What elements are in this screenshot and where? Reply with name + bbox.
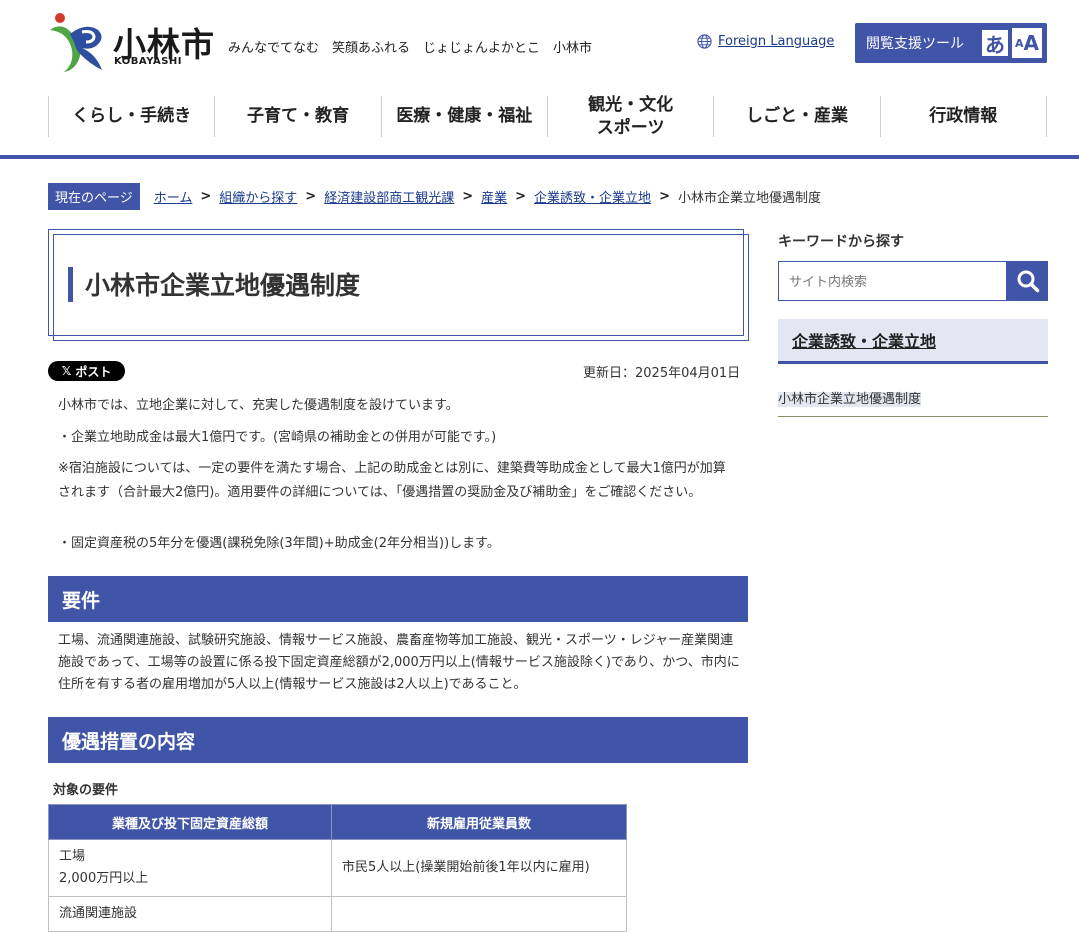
search-icon — [1017, 270, 1039, 293]
breadcrumb-industry[interactable]: 産業 — [481, 187, 507, 206]
breadcrumb-home[interactable]: ホーム — [154, 187, 193, 206]
foreign-language-label[interactable]: Foreign Language — [718, 34, 834, 49]
title-accent-bar — [68, 267, 73, 302]
updated-date: 更新日：2025年04月01日 — [583, 366, 741, 381]
cell-industry-name: 流通関連施設 — [59, 906, 138, 921]
sidebar-item-current[interactable]: 小林市企業立地優遇制度 — [778, 384, 1048, 417]
site-search-input[interactable] — [778, 261, 1007, 301]
nav-item-business[interactable]: しごと・産業 — [713, 96, 879, 137]
x-logo-icon: 𝕏 — [61, 364, 72, 378]
nav-item-childcare[interactable]: 子育て・教育 — [214, 96, 380, 137]
table-cell-employees — [331, 896, 627, 932]
intro-tax-note: ・固定資産税の5年分を優遇(課税免除(3年間)+助成金(2年分相当))します。 — [58, 536, 500, 551]
table-header-industry: 業種及び投下固定資産総額 — [48, 804, 332, 840]
intro-subsidy-note: ・企業立地助成金は最大1億円です。(宮崎県の補助金との併用が可能です。) — [58, 430, 497, 445]
breadcrumb-department[interactable]: 経済建設部商工観光課 — [324, 187, 454, 206]
breadcrumb-current: 小林市企業立地優遇制度 — [677, 191, 821, 206]
table-cell-industry: 工場 2,000万円以上 — [48, 839, 332, 897]
breadcrumb-separator: > — [659, 189, 670, 204]
requirements-text: 工場、流通関連施設、試験研究施設、情報サービス施設、農畜産物等加工施設、観光・ス… — [58, 633, 740, 692]
breadcrumb-separator: > — [200, 189, 212, 204]
breadcrumb-separator: > — [305, 189, 317, 204]
logo-roman-name: KOBAYASHI — [114, 56, 183, 67]
x-post-label: ポスト — [75, 364, 112, 379]
section-heading-measures: 優遇措置の内容 — [48, 717, 748, 763]
x-post-button[interactable]: 𝕏 ポスト — [48, 361, 125, 381]
foreign-language-link[interactable]: Foreign Language — [697, 34, 834, 49]
support-tools-button[interactable]: 閲覧支援ツール あ AA — [855, 23, 1047, 63]
slogan: みんなでてなむ 笑顔あふれる じょじょんよかとこ 小林市 — [228, 41, 593, 56]
breadcrumb: 現在のページ ホーム > 組織から探す > 経済建設部商工観光課 > 産業 > … — [48, 183, 821, 210]
font-size-letter: A — [1023, 31, 1039, 55]
page-title-box: 小林市企業立地優遇制度 — [48, 229, 749, 341]
sidebar-category-heading: 企業誘致・企業立地 — [778, 319, 1048, 364]
breadcrumb-invitation[interactable]: 企業誘致・企業立地 — [534, 187, 651, 206]
table-header-employees: 新規雇用従業員数 — [331, 804, 627, 840]
sidebar-category-link[interactable]: 企業誘致・企業立地 — [792, 328, 936, 352]
table-cell-industry: 流通関連施設 — [48, 896, 332, 932]
breadcrumb-organization[interactable]: 組織から探す — [219, 187, 297, 206]
sidebar-item-label: 小林市企業立地優遇制度 — [778, 392, 922, 407]
section-heading-requirements: 要件 — [48, 576, 748, 622]
cell-investment: 2,000万円以上 — [59, 871, 149, 886]
search-button[interactable] — [1007, 261, 1048, 301]
intro-paragraph: 小林市では、立地企業に対して、充実した優遇制度を設けています。 — [58, 398, 459, 413]
table-row: 工場 2,000万円以上 市民5人以上(操業開始前後1年以内に雇用) — [48, 839, 627, 897]
support-tools-label: 閲覧支援ツール — [866, 36, 964, 52]
site-header: 小林市 KOBAYASHI みんなでてなむ 笑顔あふれる じょじょんよかとこ 小… — [0, 0, 1079, 160]
keyword-search-title: キーワードから探す — [778, 234, 904, 250]
table-row: 流通関連施設 — [48, 896, 627, 932]
globe-icon — [697, 34, 712, 49]
breadcrumb-separator: > — [515, 189, 527, 204]
font-size-icon: AA — [1012, 28, 1042, 58]
city-logo[interactable] — [46, 12, 106, 74]
nav-item-living[interactable]: くらし・手続き — [48, 96, 214, 137]
breadcrumb-here-label: 現在のページ — [48, 183, 140, 210]
nav-item-tourism[interactable]: 観光・文化 スポーツ — [546, 95, 713, 138]
nav-divider — [0, 155, 1079, 159]
table-caption: 対象の要件 — [53, 783, 119, 798]
global-nav: くらし・手続き 子育て・教育 医療・健康・福祉 観光・文化 スポーツ しごと・産… — [48, 95, 1047, 138]
cell-industry-name: 工場 — [59, 849, 86, 864]
requirements-table: 業種及び投下固定資産総額 新規雇用従業員数 工場 2,000万円以上 市民5人以… — [48, 804, 627, 932]
nav-item-administration[interactable]: 行政情報 — [879, 96, 1047, 137]
page-title: 小林市企業立地優遇制度 — [85, 271, 361, 300]
table-cell-employees: 市民5人以上(操業開始前後1年以内に雇用) — [331, 839, 627, 897]
table-header-row: 業種及び投下固定資産総額 新規雇用従業員数 — [48, 804, 627, 840]
intro-lodging-note: ※宿泊施設については、一定の要件を満たす場合、上記の助成金とは別に、建築費等助成… — [58, 461, 726, 500]
hiragana-icon: あ — [980, 28, 1010, 58]
breadcrumb-separator: > — [462, 189, 474, 204]
nav-item-health[interactable]: 医療・健康・福祉 — [380, 96, 547, 137]
